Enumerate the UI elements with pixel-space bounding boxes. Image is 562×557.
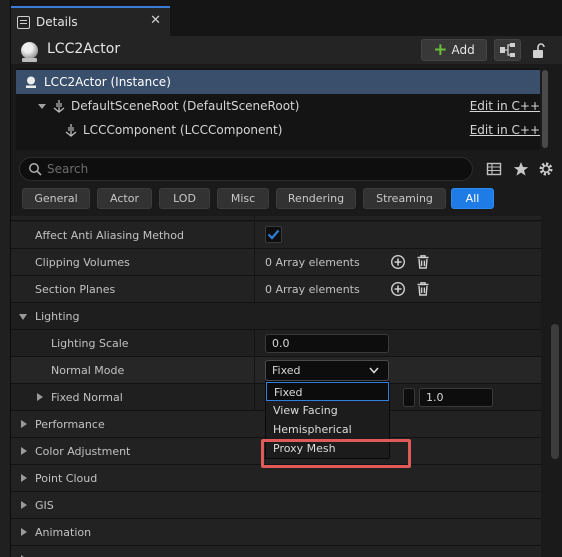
check-icon bbox=[267, 229, 280, 240]
category-rendering[interactable]: Rendering bbox=[276, 188, 356, 209]
category-lod[interactable]: LOD bbox=[159, 188, 210, 209]
property-row-clipping-volumes: Clipping Volumes 0 Array elements bbox=[11, 249, 541, 276]
scene-component-icon bbox=[53, 100, 65, 113]
details-tab-icon bbox=[17, 15, 30, 29]
expand-arrow-icon[interactable] bbox=[21, 528, 27, 536]
blueprint-hierarchy-icon bbox=[500, 43, 515, 57]
fixed-normal-z-field[interactable]: 1.0 bbox=[419, 388, 493, 407]
property-matrix-icon[interactable] bbox=[486, 161, 502, 177]
add-element-icon[interactable] bbox=[390, 281, 406, 297]
category-actor[interactable]: Actor bbox=[97, 188, 152, 209]
category-row-partial[interactable] bbox=[11, 546, 541, 557]
category-label: GIS bbox=[35, 499, 54, 512]
tab-bar: Details ✕ bbox=[11, 0, 562, 36]
normal-mode-combo[interactable]: Fixed bbox=[265, 360, 389, 381]
property-row-anti-aliasing: Affect Anti Aliasing Method bbox=[11, 222, 541, 249]
fixed-normal-y-field[interactable] bbox=[403, 388, 415, 407]
expand-arrow-icon[interactable] bbox=[21, 447, 27, 455]
lock-icon[interactable] bbox=[531, 43, 547, 59]
blueprint-button[interactable] bbox=[494, 39, 521, 61]
star-icon[interactable] bbox=[513, 161, 529, 177]
category-misc[interactable]: Misc bbox=[217, 188, 269, 209]
category-label: Color Adjustment bbox=[35, 445, 131, 458]
actor-instance-icon bbox=[26, 76, 36, 88]
proxy-mesh-highlight bbox=[261, 439, 411, 468]
property-label: Section Planes bbox=[35, 283, 116, 296]
property-label: Fixed Normal bbox=[51, 391, 123, 404]
trash-icon[interactable] bbox=[415, 254, 431, 270]
property-row-partial bbox=[11, 216, 541, 221]
plus-icon: + bbox=[433, 40, 448, 60]
actor-icon bbox=[21, 42, 38, 62]
category-label: Performance bbox=[35, 418, 105, 431]
category-general[interactable]: General bbox=[22, 188, 90, 209]
category-label: Animation bbox=[35, 526, 92, 539]
add-element-icon[interactable] bbox=[390, 254, 406, 270]
tree-scrollbar[interactable] bbox=[542, 70, 548, 148]
property-label: Normal Mode bbox=[51, 364, 125, 377]
property-label: Lighting Scale bbox=[51, 337, 129, 350]
array-count: 0 Array elements bbox=[265, 283, 360, 296]
category-label: Point Cloud bbox=[35, 472, 98, 485]
dropdown-option-fixed[interactable]: Fixed bbox=[266, 382, 389, 401]
combo-value: Fixed bbox=[272, 364, 301, 377]
search-placeholder: Search bbox=[47, 162, 89, 176]
property-row-lighting-scale: Lighting Scale 0.0 bbox=[11, 330, 541, 357]
lighting-scale-field[interactable]: 0.0 bbox=[265, 334, 389, 353]
trash-icon[interactable] bbox=[415, 281, 431, 297]
close-icon[interactable]: ✕ bbox=[150, 13, 161, 28]
expand-arrow-icon[interactable] bbox=[21, 420, 27, 428]
details-panel: Details ✕ LCC2Actor + Add LCC2Actor (Ins… bbox=[11, 0, 562, 557]
expand-arrow-icon[interactable] bbox=[37, 393, 43, 401]
category-row-lighting[interactable]: Lighting bbox=[11, 303, 541, 330]
property-row-section-planes: Section Planes 0 Array elements bbox=[11, 276, 541, 303]
category-row-animation[interactable]: Animation bbox=[11, 519, 541, 546]
tree-row-default-scene-root[interactable]: DefaultSceneRoot (DefaultSceneRoot) Edit… bbox=[16, 94, 540, 118]
left-edge-strip bbox=[0, 0, 11, 557]
scene-component-icon bbox=[65, 124, 77, 137]
property-scrollbar[interactable] bbox=[551, 324, 559, 459]
anti-aliasing-checkbox[interactable] bbox=[265, 226, 282, 243]
array-count: 0 Array elements bbox=[265, 256, 360, 269]
category-row-gis[interactable]: GIS bbox=[11, 492, 541, 519]
chevron-down-icon bbox=[369, 367, 379, 374]
category-all[interactable]: All bbox=[451, 188, 494, 209]
property-row-normal-mode: Normal Mode Fixed bbox=[11, 357, 541, 384]
property-label: Affect Anti Aliasing Method bbox=[35, 229, 184, 242]
actor-name: LCC2Actor bbox=[47, 41, 121, 57]
tree-label: DefaultSceneRoot (DefaultSceneRoot) bbox=[71, 99, 300, 113]
category-row-point-cloud[interactable]: Point Cloud bbox=[11, 465, 541, 492]
collapse-arrow-icon[interactable] bbox=[19, 314, 27, 320]
actor-header: LCC2Actor + Add bbox=[11, 36, 562, 64]
search-input[interactable]: Search bbox=[19, 157, 473, 181]
tree-row-instance[interactable]: LCC2Actor (Instance) bbox=[16, 70, 540, 94]
edit-in-cpp-link[interactable]: Edit in C++ bbox=[470, 123, 540, 137]
expand-arrow-icon[interactable] bbox=[21, 474, 27, 482]
add-button-label: Add bbox=[451, 43, 475, 57]
dropdown-option-hemispherical[interactable]: Hemispherical bbox=[266, 420, 389, 439]
search-icon bbox=[29, 163, 42, 176]
dropdown-option-view-facing[interactable]: View Facing bbox=[266, 401, 389, 420]
tree-label: LCCComponent (LCCComponent) bbox=[83, 123, 283, 137]
category-streaming[interactable]: Streaming bbox=[363, 188, 446, 209]
property-label: Clipping Volumes bbox=[35, 256, 130, 269]
tree-label: LCC2Actor (Instance) bbox=[44, 75, 171, 89]
category-label: Lighting bbox=[35, 310, 80, 323]
edit-in-cpp-link[interactable]: Edit in C++ bbox=[470, 99, 540, 113]
tab-details[interactable]: Details ✕ bbox=[11, 6, 170, 36]
tab-title: Details bbox=[36, 15, 78, 29]
gear-icon[interactable] bbox=[538, 161, 554, 177]
tree-row-lcc-component[interactable]: LCCComponent (LCCComponent) Edit in C++ bbox=[16, 118, 540, 142]
expand-arrow-icon[interactable] bbox=[38, 103, 46, 109]
expand-arrow-icon[interactable] bbox=[21, 501, 27, 509]
component-tree: LCC2Actor (Instance) DefaultSceneRoot (D… bbox=[16, 68, 540, 150]
add-component-button[interactable]: + Add bbox=[421, 39, 487, 61]
